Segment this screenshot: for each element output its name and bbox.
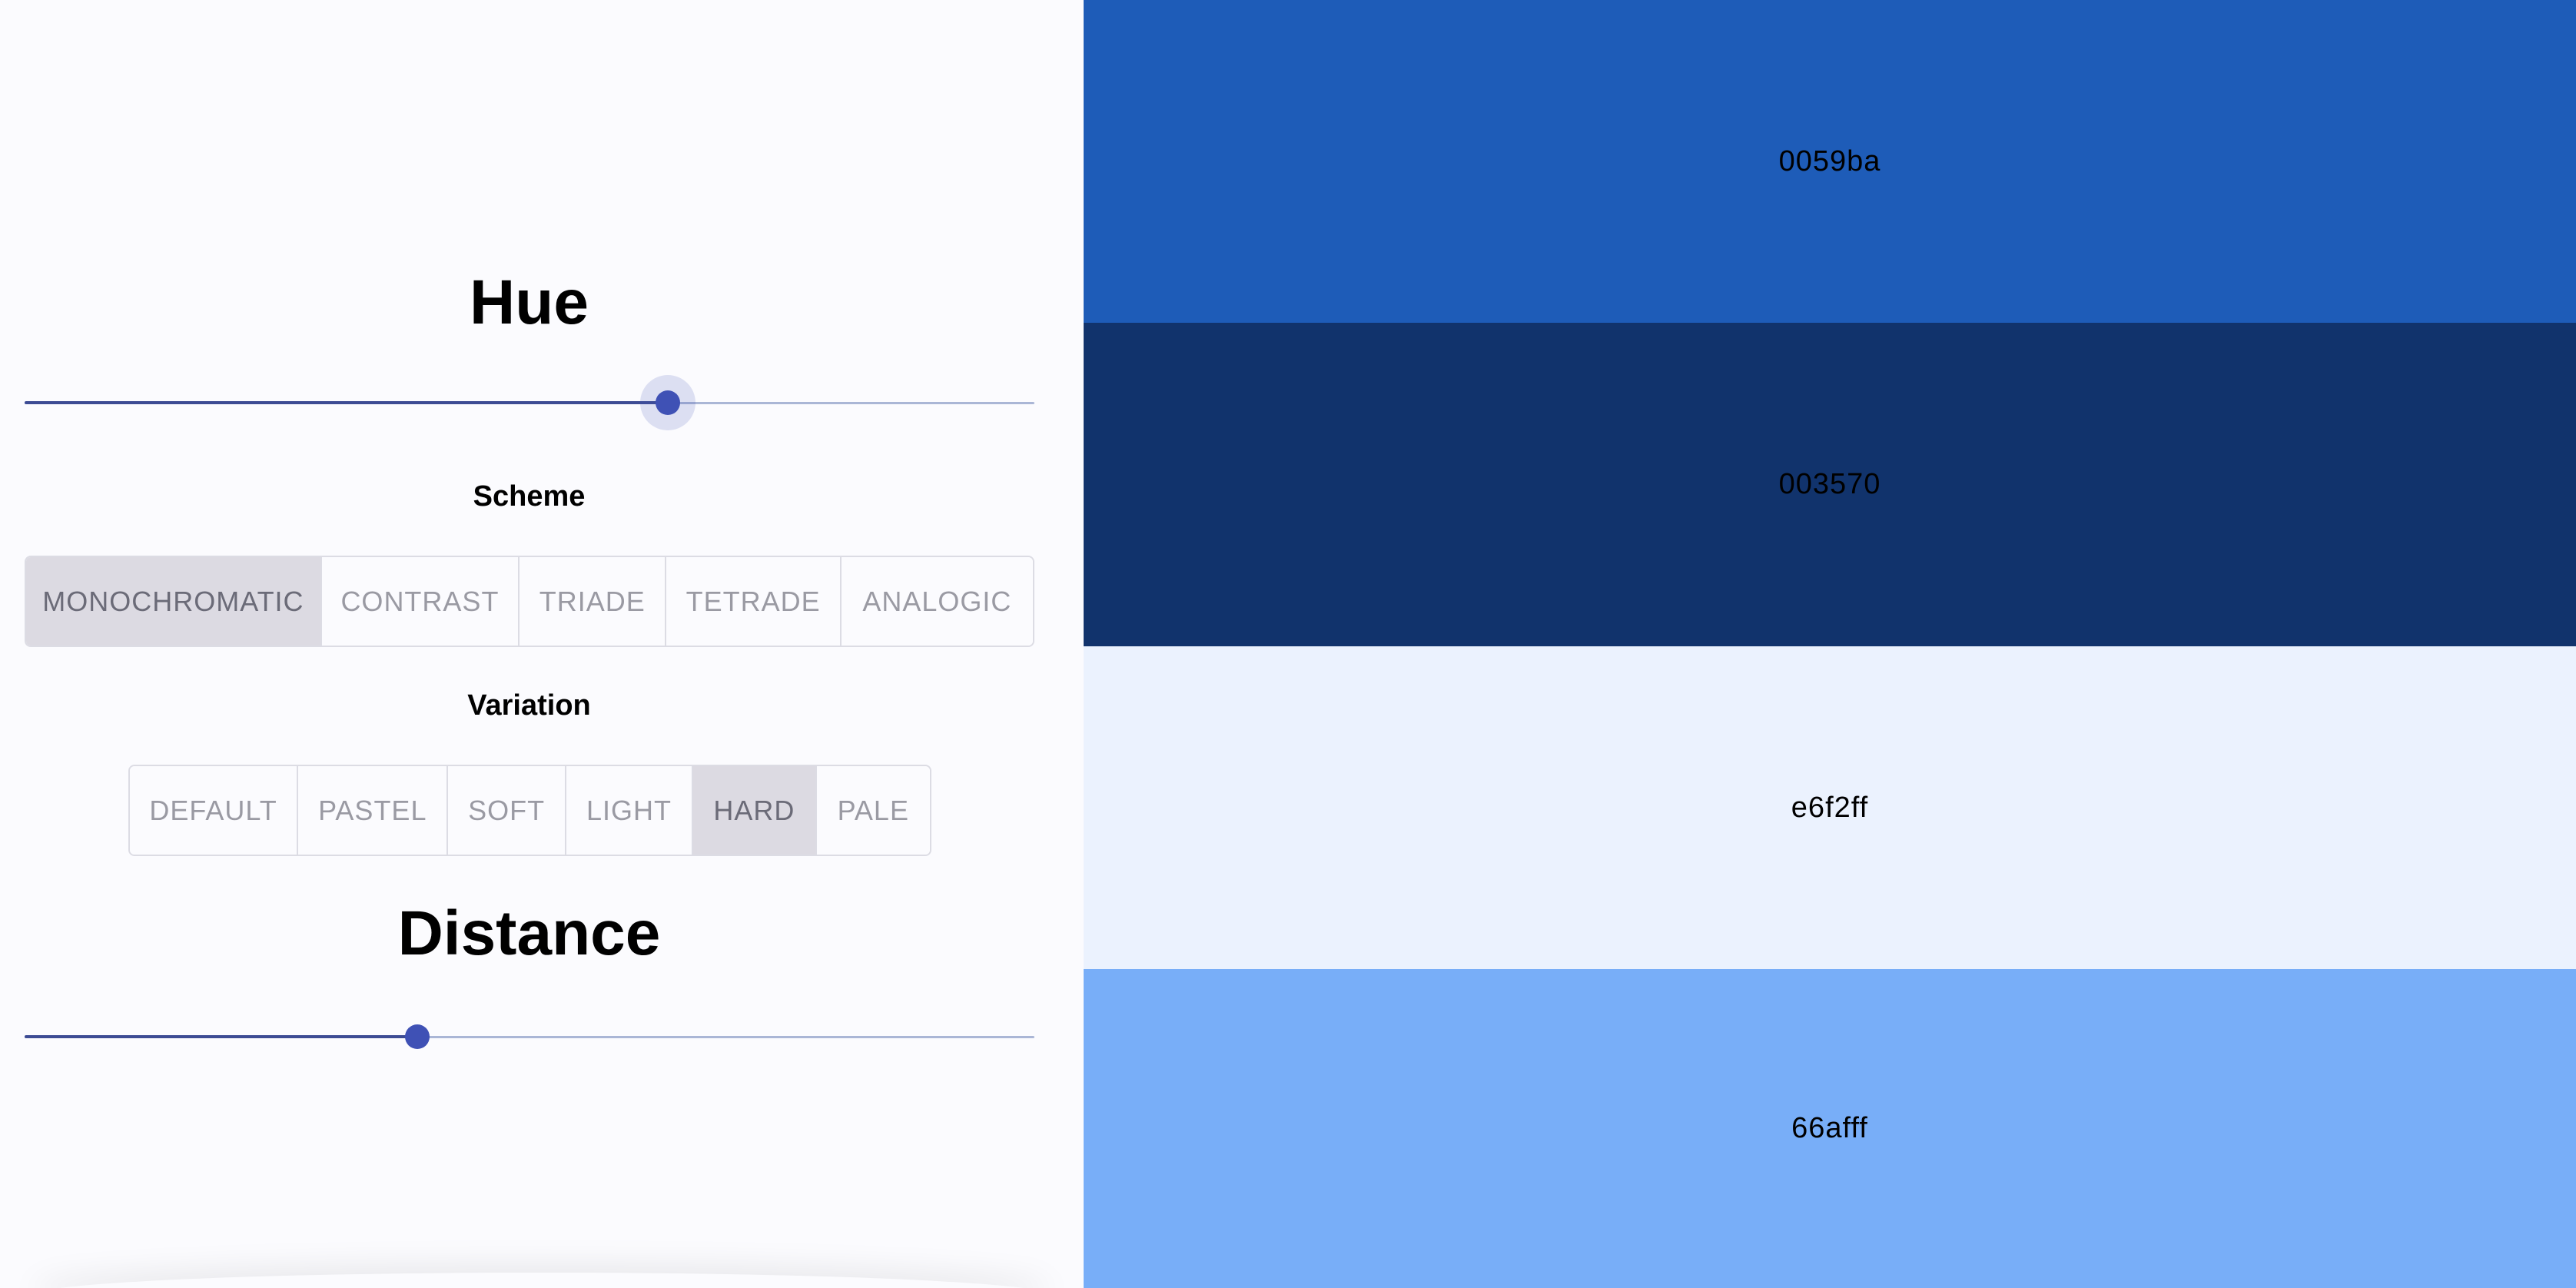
variation-option-light[interactable]: LIGHT bbox=[566, 766, 694, 855]
scheme-option-monochromatic[interactable]: MONOCHROMATIC bbox=[26, 557, 322, 646]
panel-bottom-shadow bbox=[31, 1273, 1053, 1288]
hue-slider[interactable] bbox=[25, 372, 1034, 433]
distance-slider-track bbox=[25, 1035, 417, 1038]
variation-option-pale[interactable]: PALE bbox=[816, 766, 930, 855]
scheme-option-contrast[interactable]: CONTRAST bbox=[321, 557, 520, 646]
swatch-hex-label: 0059ba bbox=[1778, 145, 1881, 178]
color-swatches: 0059ba 003570 e6f2ff 66afff bbox=[1084, 0, 2576, 1288]
color-scheme-app: Hue Scheme MONOCHROMATIC CONTRAST TRIADE TE… bbox=[0, 0, 2576, 1288]
scheme-option-triade[interactable]: TRIADE bbox=[520, 557, 667, 646]
color-swatch[interactable]: 66afff bbox=[1084, 969, 2576, 1288]
distance-slider-thumb[interactable] bbox=[405, 1024, 430, 1049]
swatch-hex-label: 66afff bbox=[1791, 1112, 1868, 1144]
variation-option-soft[interactable]: SOFT bbox=[448, 766, 566, 855]
scheme-toggle-group: MONOCHROMATIC CONTRAST TRIADE TETRADE ANALOG… bbox=[25, 556, 1034, 647]
color-swatch[interactable]: 0059ba bbox=[1084, 0, 2576, 324]
variation-option-hard[interactable]: HARD bbox=[693, 766, 817, 855]
scheme-option-tetrade[interactable]: TETRADE bbox=[666, 557, 842, 646]
controls-panel: Hue Scheme MONOCHROMATIC CONTRAST TRIADE TE… bbox=[0, 0, 1084, 1288]
scheme-option-analogic[interactable]: ANALOGIC bbox=[841, 557, 1033, 646]
swatch-hex-label: 003570 bbox=[1778, 468, 1881, 500]
scheme-title: Scheme bbox=[473, 480, 586, 513]
variation-title: Variation bbox=[467, 689, 591, 722]
hue-slider-thumb[interactable] bbox=[656, 390, 680, 415]
variation-toggle-group: DEFAULT PASTEL SOFT LIGHT HARD PALE bbox=[128, 765, 931, 856]
variation-option-default[interactable]: DEFAULT bbox=[130, 766, 299, 855]
color-swatch[interactable]: e6f2ff bbox=[1084, 646, 2576, 970]
hue-title: Hue bbox=[470, 267, 589, 337]
distance-slider[interactable] bbox=[25, 1006, 1034, 1067]
color-swatch[interactable]: 003570 bbox=[1084, 323, 2576, 646]
variation-option-pastel[interactable]: PASTEL bbox=[298, 766, 449, 855]
hue-slider-track bbox=[25, 401, 668, 404]
distance-title: Distance bbox=[397, 898, 661, 968]
swatch-hex-label: e6f2ff bbox=[1791, 792, 1869, 824]
